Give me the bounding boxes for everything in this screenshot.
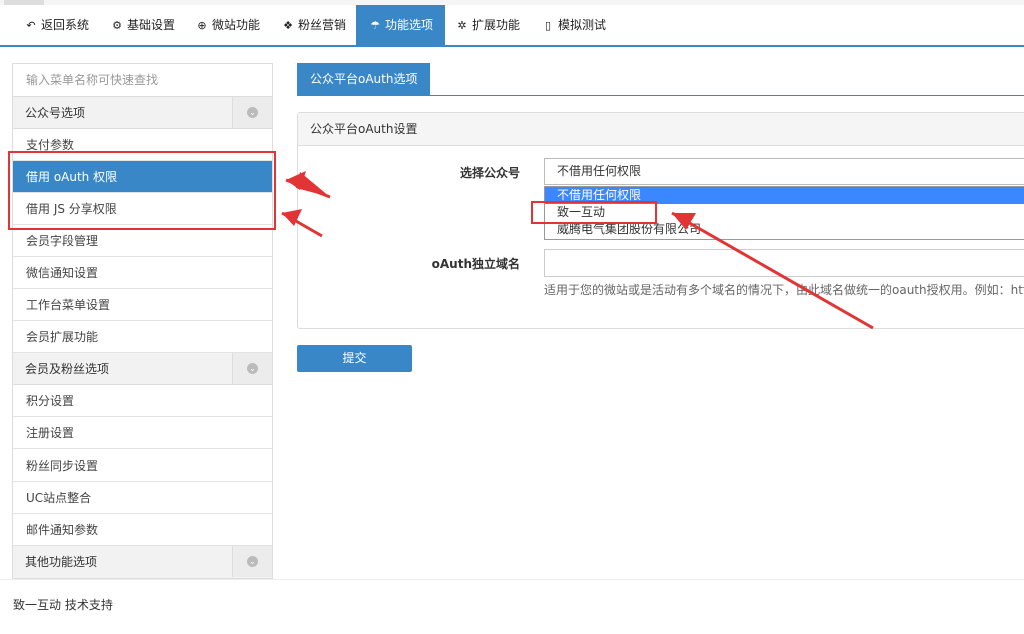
- lifebuoy-icon: ⊕: [197, 19, 207, 32]
- nav-item-basic-settings[interactable]: ⚙ 基础设置: [110, 5, 175, 45]
- sidebar-group-account-options[interactable]: 公众号选项 ⌄: [13, 97, 272, 129]
- account-select-label: 选择公众号: [459, 166, 520, 180]
- nav-item-extensions[interactable]: ✲ 扩展功能: [455, 5, 520, 45]
- gear-icon: ⚙: [112, 19, 122, 32]
- submit-button[interactable]: 提交: [297, 345, 412, 372]
- gift-icon: ❖: [283, 19, 293, 32]
- sidebar-item-mail-params[interactable]: 邮件通知参数: [13, 514, 272, 546]
- top-navigation: ↶ 返回系统 ⚙ 基础设置 ⊕ 微站功能 ❖ 粉丝营销 ☂ 功能选项 ✲ 扩展功能 ▯ 模拟测…: [0, 0, 1024, 47]
- sidebar-item-borrow-oauth[interactable]: 借用 oAuth 权限: [13, 161, 272, 193]
- nav-label: 返回系统: [41, 18, 90, 32]
- oauth-domain-input[interactable]: [545, 250, 1024, 276]
- group-toggle[interactable]: ⌄: [232, 353, 272, 384]
- dropdown-option[interactable]: 致一互动: [545, 204, 1024, 221]
- tab-bar: 公众平台oAuth选项: [297, 63, 1024, 96]
- sidebar-item-payment-params[interactable]: 支付参数: [13, 129, 272, 161]
- footer-text: 致一互动 技术支持: [13, 598, 113, 612]
- dropdown-option[interactable]: 不借用任何权限: [545, 187, 1024, 204]
- oauth-domain-label: oAuth独立域名: [431, 257, 520, 271]
- nav-label: 粉丝营销: [298, 18, 347, 32]
- chevron-down-icon: ⌄: [247, 363, 258, 374]
- domain-help-text: 适用于您的微站或是活动有多个域名的情况下，由此域名做统一的oauth授权用。例如…: [544, 283, 1024, 297]
- group-toggle[interactable]: ⌄: [232, 546, 272, 577]
- sidebar-item-registration[interactable]: 注册设置: [13, 417, 272, 449]
- menu-search-input[interactable]: [26, 65, 266, 95]
- group-toggle[interactable]: ⌄: [232, 97, 272, 128]
- nav-item-back[interactable]: ↶ 返回系统: [24, 5, 89, 45]
- footer: 致一互动 技术支持: [0, 579, 1024, 634]
- account-select[interactable]: 不借用任何权限: [544, 158, 1024, 185]
- sidebar-item-member-extension[interactable]: 会员扩展功能: [13, 321, 272, 353]
- sidebar-item-borrow-js-share[interactable]: 借用 JS 分享权限: [13, 193, 272, 225]
- panel-title: 公众平台oAuth设置: [298, 113, 1024, 146]
- nav-label: 功能选项: [385, 18, 434, 32]
- menu-search: [13, 64, 272, 97]
- mobile-icon: ▯: [544, 19, 552, 32]
- sidebar-item-wechat-notify[interactable]: 微信通知设置: [13, 257, 272, 289]
- sidebar-group-member-fans[interactable]: 会员及粉丝选项 ⌄: [13, 353, 272, 385]
- tab-oauth-options[interactable]: 公众平台oAuth选项: [297, 63, 431, 96]
- nav-item-simulate-test[interactable]: ▯ 模拟测试: [541, 5, 606, 45]
- account-dropdown-list: 不借用任何权限 致一互动 威腾电气集团股份有限公司: [544, 186, 1024, 240]
- nav-item-function-options[interactable]: ☂ 功能选项: [356, 5, 446, 45]
- sidebar-item-fans-sync[interactable]: 粉丝同步设置: [13, 450, 272, 482]
- sidebar-group-other-options[interactable]: 其他功能选项 ⌄: [13, 546, 272, 578]
- oauth-domain-field[interactable]: [544, 249, 1024, 277]
- back-arrow-icon: ↶: [26, 19, 36, 32]
- nav-label: 微站功能: [212, 18, 261, 32]
- group-label: 会员及粉丝选项: [25, 362, 110, 376]
- chevron-down-icon: ⌄: [247, 556, 258, 567]
- group-label: 其他功能选项: [25, 555, 98, 569]
- sidebar-item-uc-integration[interactable]: UC站点整合: [13, 482, 272, 514]
- nav-label: 模拟测试: [558, 18, 607, 32]
- dropdown-option[interactable]: 威腾电气集团股份有限公司: [545, 221, 1024, 238]
- sidebar-item-member-fields[interactable]: 会员字段管理: [13, 225, 272, 257]
- sidebar-item-points[interactable]: 积分设置: [13, 385, 272, 417]
- umbrella-icon: ☂: [370, 19, 380, 32]
- nav-label: 扩展功能: [472, 18, 521, 32]
- nav-item-microsite[interactable]: ⊕ 微站功能: [195, 5, 260, 45]
- chevron-down-icon: ⌄: [247, 107, 258, 118]
- oauth-settings-panel: 公众平台oAuth设置 选择公众号 不借用任何权限 不借用任何权限 致一互动 威…: [297, 112, 1024, 329]
- sidebar-menu: 公众号选项 ⌄ 支付参数 借用 oAuth 权限 借用 JS 分享权限 会员字段…: [12, 63, 273, 579]
- nav-label: 基础设置: [127, 18, 176, 32]
- nav-item-fan-marketing[interactable]: ❖ 粉丝营销: [281, 5, 346, 45]
- cogs-icon: ✲: [457, 19, 467, 32]
- group-label: 公众号选项: [25, 106, 86, 120]
- sidebar-item-workbench-menu[interactable]: 工作台菜单设置: [13, 289, 272, 321]
